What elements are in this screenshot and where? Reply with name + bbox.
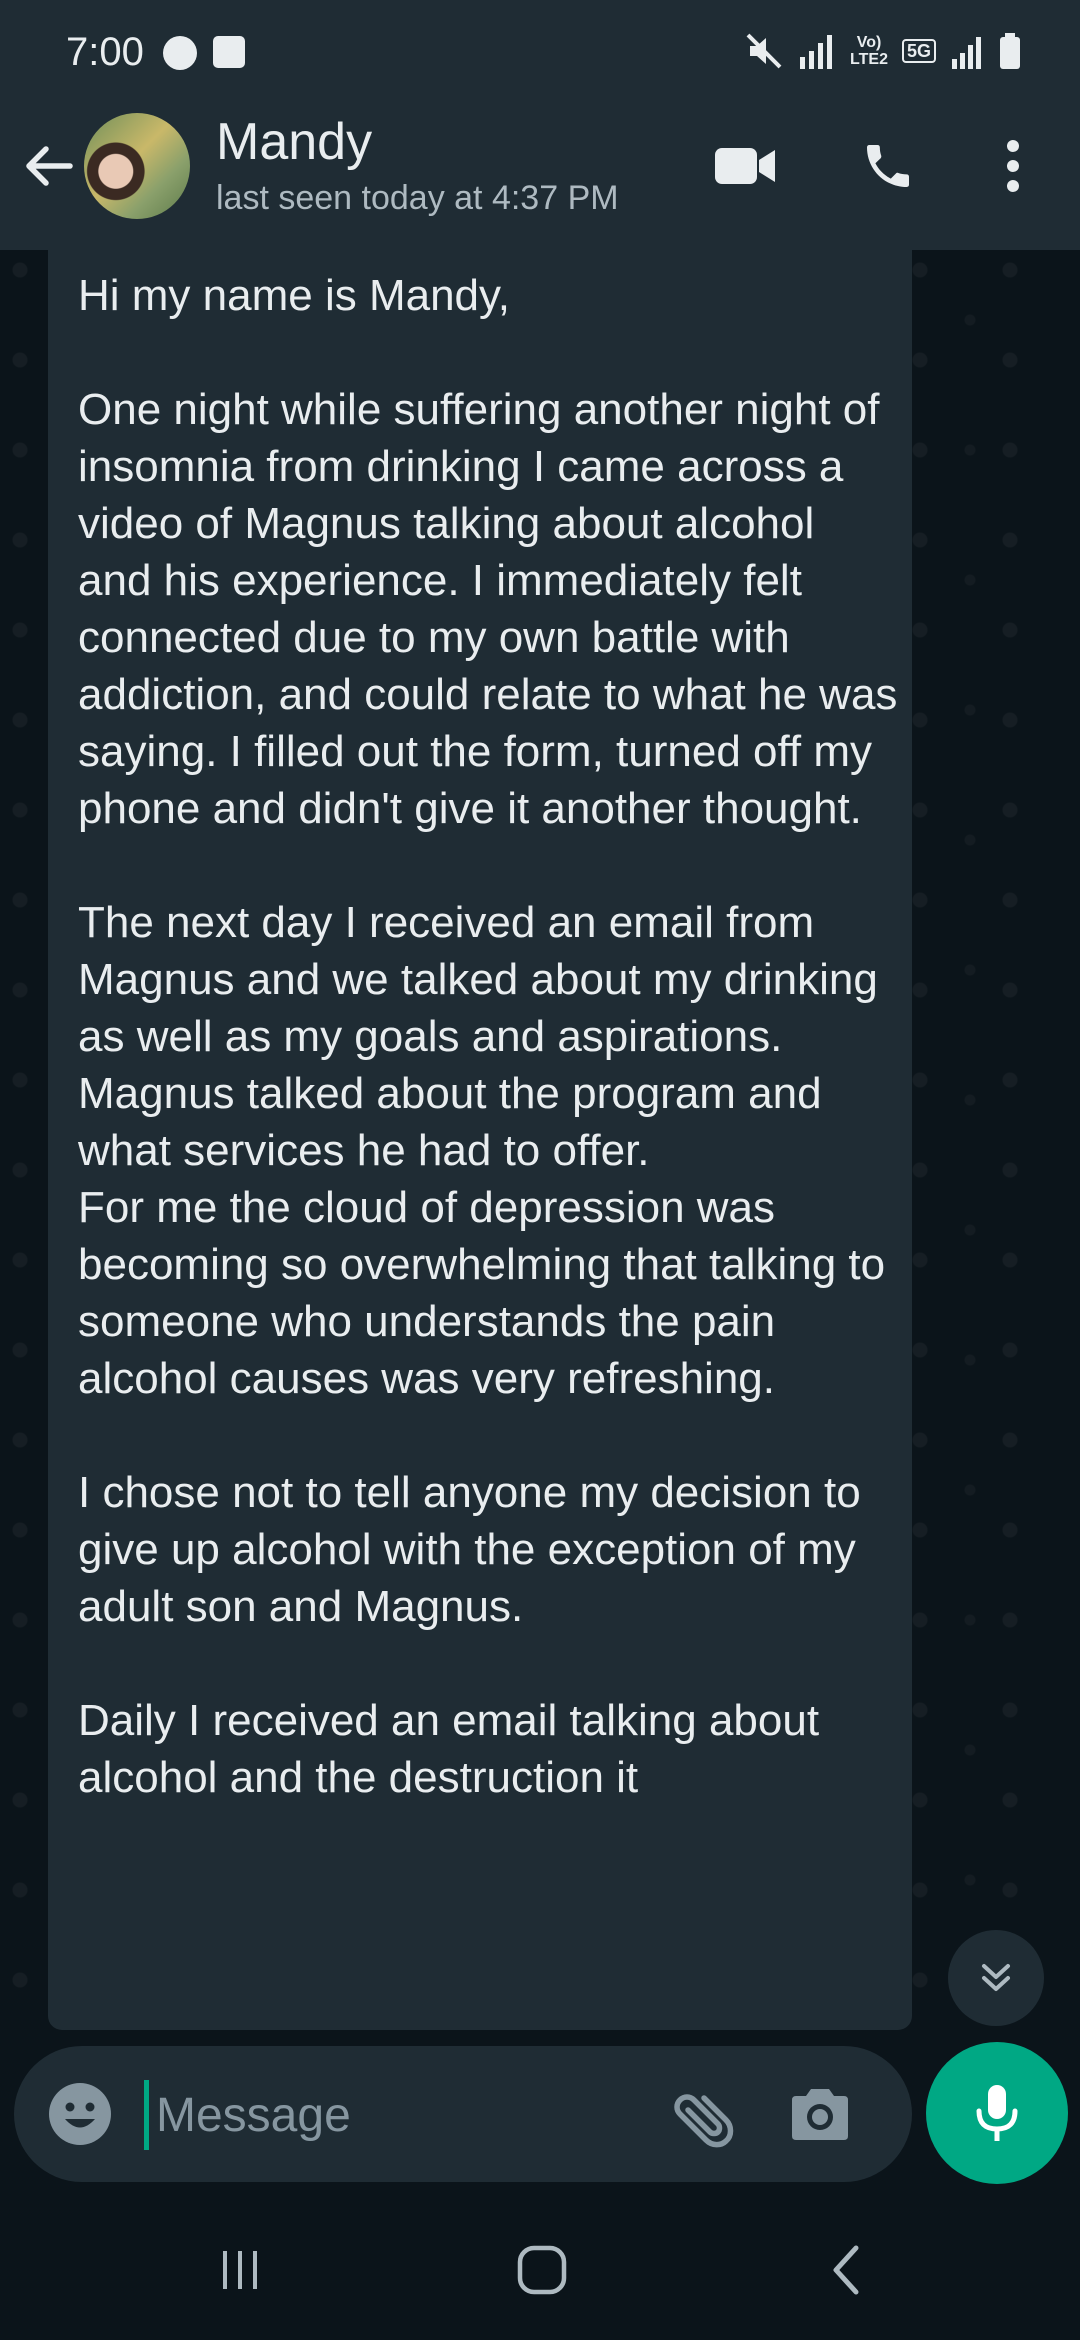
message-text: Hi my name is Mandy, One night while suf… <box>78 271 898 1802</box>
mute-icon <box>746 33 782 69</box>
chat-header: Mandy last seen today at 4:37 PM <box>0 105 1080 250</box>
overflow-menu-button[interactable] <box>978 131 1048 201</box>
paperclip-icon <box>674 2094 734 2148</box>
video-camera-icon <box>715 148 775 184</box>
status-time: 7:00 <box>66 30 144 74</box>
message-bubble[interactable]: Hi my name is Mandy, One night while suf… <box>48 250 912 2030</box>
microphone-icon <box>976 2085 1018 2141</box>
more-vertical-icon <box>1007 140 1019 192</box>
camera-button[interactable] <box>784 2078 856 2150</box>
scroll-to-bottom-button[interactable] <box>948 1930 1044 2026</box>
signal-icon <box>952 37 981 69</box>
video-call-button[interactable] <box>710 131 780 201</box>
status-bar: 7:00 Vo) LTE2 5G <box>0 0 1080 105</box>
screen: 7:00 Vo) LTE2 5G Mandy last seen today a… <box>0 0 1080 2340</box>
back-button[interactable] <box>18 135 80 197</box>
phone-icon <box>867 145 909 187</box>
account-icon <box>163 36 197 70</box>
home-icon <box>517 2245 567 2295</box>
avatar[interactable] <box>84 113 190 219</box>
attach-button[interactable] <box>668 2076 744 2152</box>
voice-message-button[interactable] <box>926 2042 1068 2184</box>
double-chevron-down-icon <box>982 1964 1010 1991</box>
emoji-button[interactable] <box>44 2078 116 2150</box>
system-nav-bar <box>0 2196 1080 2340</box>
message-composer <box>14 2046 912 2182</box>
home-button[interactable] <box>502 2230 582 2310</box>
recent-apps-button[interactable] <box>200 2230 280 2310</box>
text-cursor <box>144 2080 149 2150</box>
arrow-left-icon <box>26 146 73 186</box>
message-input[interactable] <box>154 2072 658 2158</box>
last-seen-status[interactable]: last seen today at 4:37 PM <box>216 177 619 219</box>
chat-area[interactable]: Hi my name is Mandy, One night while suf… <box>0 250 1080 2040</box>
camera-icon <box>792 2089 848 2140</box>
emoji-icon <box>49 2083 111 2145</box>
battery-icon <box>1000 33 1020 69</box>
back-nav-button[interactable] <box>806 2230 886 2310</box>
signal-r-icon <box>800 35 833 69</box>
network-type: Vo) LTE2 <box>850 34 888 68</box>
recent-apps-icon <box>223 2251 257 2289</box>
contact-name[interactable]: Mandy <box>216 111 372 173</box>
back-chevron-icon <box>833 2245 859 2295</box>
5g-badge: 5G <box>901 39 936 63</box>
status-icons: Vo) LTE2 5G <box>744 26 1022 76</box>
checkbox-notification-icon <box>213 36 245 68</box>
voice-call-button[interactable] <box>853 131 923 201</box>
